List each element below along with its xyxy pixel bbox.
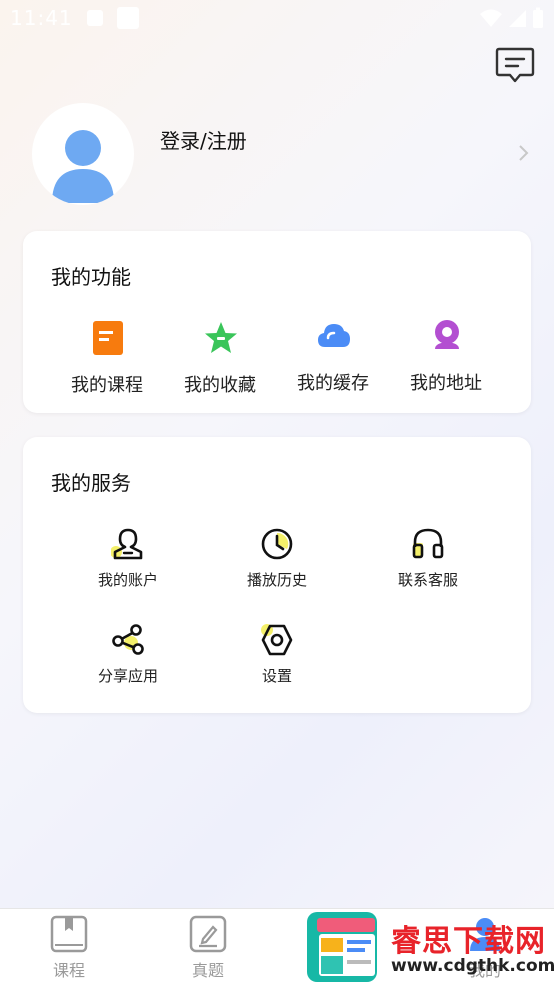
my-cache-button[interactable]: 我的缓存 [283,319,383,399]
service-label: 我的账户 [97,571,158,589]
message-button[interactable] [494,44,536,86]
status-bar: 11:41 [0,0,554,36]
avatar[interactable] [32,103,134,205]
function-label: 我的收藏 [184,375,256,396]
my-functions-card: 我的功能 我的课程 我的收藏 我的缓存 我的地址 [23,231,531,413]
notification-icon [116,7,139,29]
user-avatar-icon [52,130,114,203]
service-label: 播放历史 [246,571,307,589]
share-app-button[interactable]: 分享应用 [67,623,187,693]
service-label: 联系客服 [397,571,458,589]
my-courses-button[interactable]: 我的课程 [57,321,157,401]
account-icon [111,528,143,560]
status-indicators [480,7,544,29]
watermark-title: 睿思下载网 [391,924,546,959]
function-label: 我的课程 [71,375,143,396]
location-icon [435,320,459,349]
watermark-url: www.cdgthk.com [391,956,554,976]
wifi-icon [480,9,502,27]
cloud-icon [318,324,350,347]
message-icon [495,47,535,83]
status-time: 11:41 [10,6,73,30]
service-label: 设置 [261,667,292,685]
tab-label: 课程 [52,961,85,980]
section-title: 我的服务 [51,471,131,495]
battery-icon [533,7,543,28]
play-history-button[interactable]: 播放历史 [216,527,336,597]
tab-exams[interactable]: 真题 [168,909,248,984]
watermark-logo: 睿思下载网 www.cdgthk.com [305,910,554,984]
watermark-badge-icon [307,912,377,982]
function-label: 我的地址 [410,373,482,394]
chevron-right-icon [519,145,529,161]
headset-icon [412,528,444,559]
signal-icon [509,10,526,27]
profile-header[interactable]: 登录/注册 [32,103,532,207]
login-register-link[interactable]: 登录/注册 [160,125,247,154]
my-address-button[interactable]: 我的地址 [396,319,496,399]
tab-courses[interactable]: 课程 [29,909,109,984]
my-services-card: 我的服务 我的账户 播放历史 联系客服 分享应用 设置 [23,437,531,713]
share-icon [112,624,144,655]
service-label: 分享应用 [97,667,158,685]
star-icon [205,322,237,353]
contact-support-button[interactable]: 联系客服 [367,527,487,597]
settings-icon [261,624,293,656]
function-label: 我的缓存 [297,373,369,394]
my-favorites-button[interactable]: 我的收藏 [170,321,270,401]
exam-tab-icon [189,915,227,953]
course-tab-icon [50,915,88,953]
settings-button[interactable]: 设置 [216,623,336,693]
section-title: 我的功能 [51,265,131,289]
notification-icon [86,10,103,26]
course-book-icon [93,321,123,355]
history-clock-icon [261,528,293,560]
my-account-button[interactable]: 我的账户 [67,527,187,597]
tab-label: 真题 [191,961,224,980]
